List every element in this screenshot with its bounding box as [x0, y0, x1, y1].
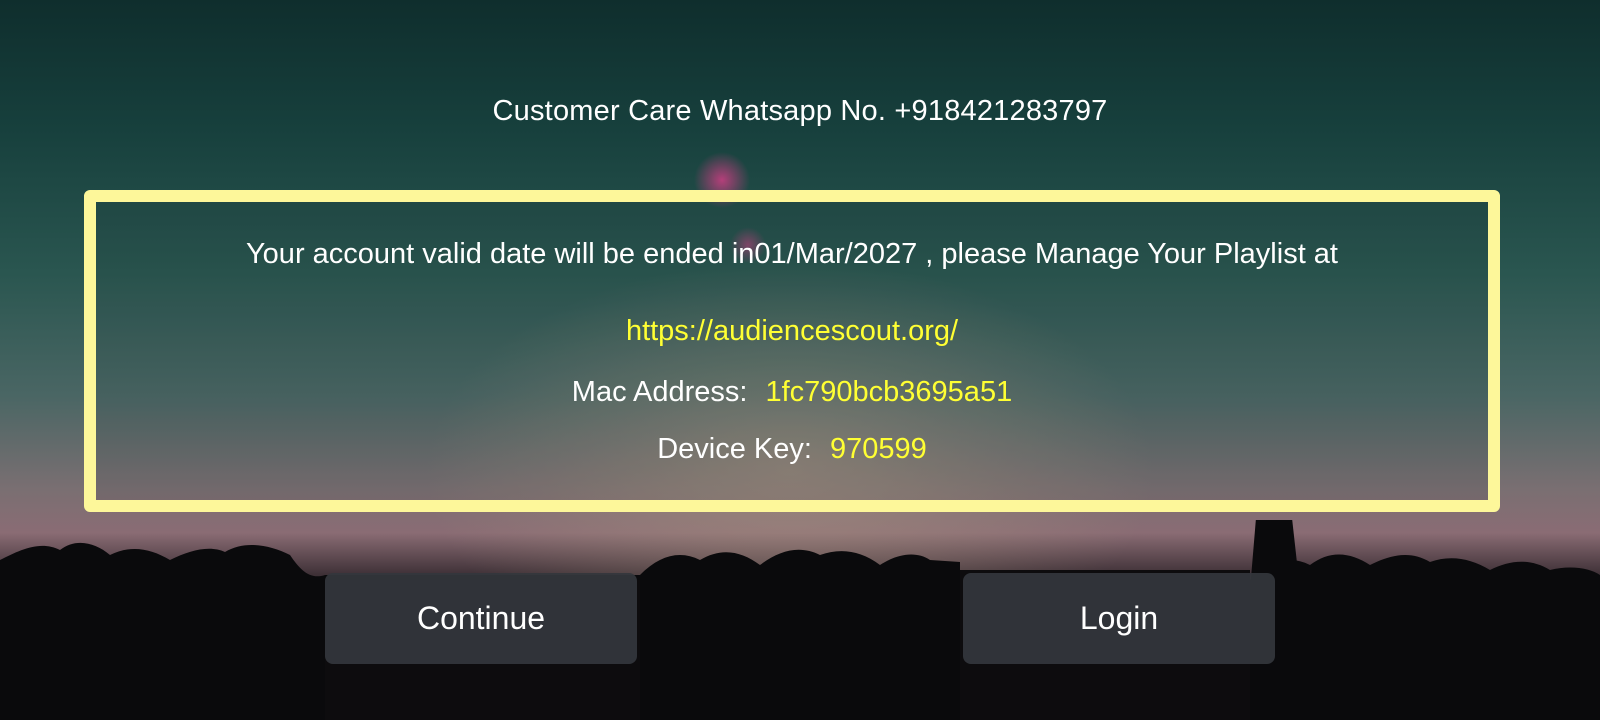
device-key-value: 970599	[829, 433, 927, 465]
device-key-row: Device Key: 970599	[96, 433, 1488, 466]
continue-button[interactable]: Continue	[325, 573, 637, 664]
mac-address-row: Mac Address: 1fc790bcb3695a51	[96, 376, 1488, 409]
mac-address-value: 1fc790bcb3695a51	[765, 376, 1013, 408]
customer-care-whatsapp: Customer Care Whatsapp No. +918421283797	[492, 95, 1108, 127]
crowd-silhouette	[0, 520, 1600, 720]
account-validity-message: Your account valid date will be ended in…	[246, 238, 1338, 270]
login-button[interactable]: Login	[963, 573, 1275, 664]
device-key-label: Device Key:	[657, 433, 812, 465]
account-info-panel: Your account valid date will be ended in…	[84, 190, 1500, 512]
playlist-url: https://audiencescout.org/	[625, 315, 959, 347]
mac-address-label: Mac Address:	[571, 376, 748, 408]
